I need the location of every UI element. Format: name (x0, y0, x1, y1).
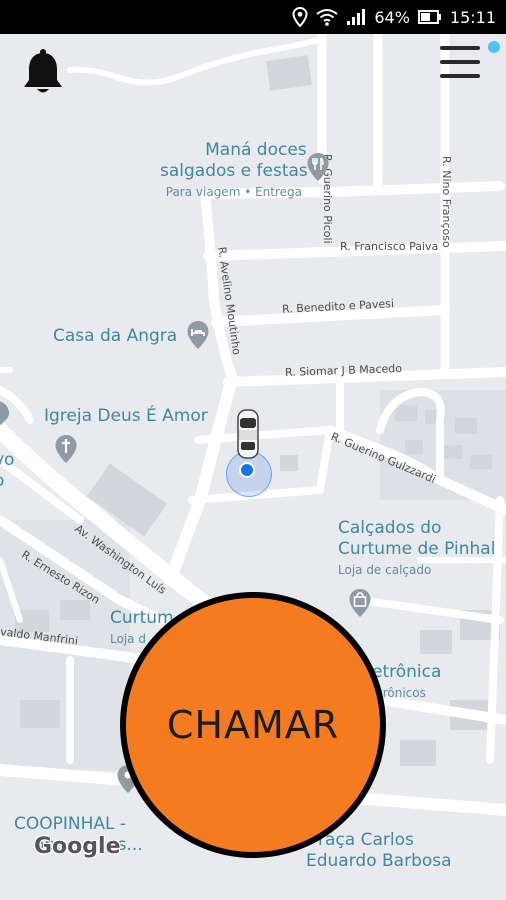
shopping-bag-icon (349, 589, 371, 617)
status-bar: 64% 15:11 (0, 0, 506, 34)
notifications-bell-icon[interactable] (22, 47, 64, 95)
google-logo: Google (34, 834, 121, 859)
battery-icon (417, 9, 442, 25)
battery-percent: 64% (374, 7, 410, 27)
notification-dot (488, 41, 500, 53)
street-label-francisco-paiva: R. Francisco Paiva (340, 240, 439, 253)
car-icon (237, 409, 259, 459)
poi-partial-left[interactable]: vo o (0, 450, 14, 492)
clock: 15:11 (449, 7, 496, 27)
signal-icon (346, 8, 366, 26)
street-label-nino-francoso: R. Nino Françoso (440, 156, 453, 248)
church-icon (55, 435, 77, 463)
call-button-label: CHAMAR (166, 703, 340, 747)
poi-praca-carlos[interactable]: raça Carlos Eduardo Barbosa (306, 830, 452, 872)
user-location-dot (239, 462, 255, 478)
poi-calcados[interactable]: Calçados do Curtume de Pinhal Loja de ca… (338, 518, 495, 581)
restaurant-icon (307, 153, 329, 181)
poi-igreja[interactable]: Igreja Deus É Amor (44, 406, 208, 427)
wifi-icon (316, 8, 338, 26)
location-icon (292, 7, 308, 27)
hotel-icon (187, 321, 209, 349)
poi-casa-da-angra[interactable]: Casa da Angra (53, 326, 177, 347)
hamburger-menu-icon[interactable] (440, 44, 484, 84)
poi-mana-doces[interactable]: Maná doces salgados e festas Para viagem… (160, 140, 308, 203)
call-button[interactable]: CHAMAR (120, 592, 386, 858)
